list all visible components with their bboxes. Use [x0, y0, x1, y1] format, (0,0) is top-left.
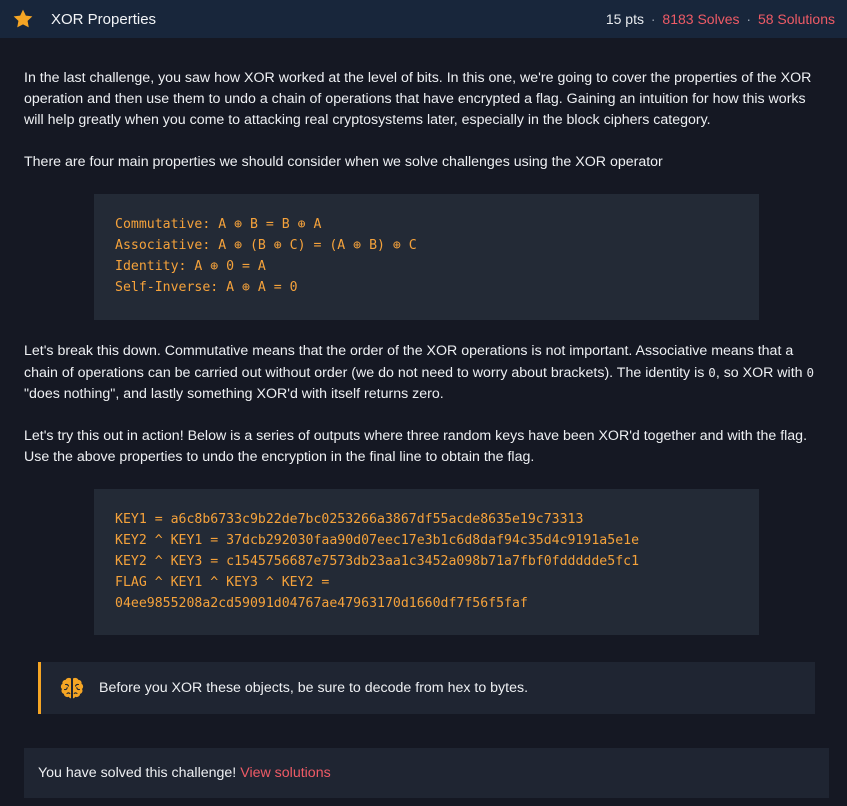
code-line: Commutative: A ⊕ B = B ⊕ A	[115, 217, 322, 232]
solutions-link[interactable]: 58 Solutions	[758, 11, 835, 27]
brain-icon	[59, 676, 85, 700]
solves-link[interactable]: 8183 Solves	[662, 11, 739, 27]
stats-separator: ·	[746, 11, 752, 27]
breakdown-paragraph: Let's break this down. Commutative means…	[24, 341, 823, 405]
code-line: FLAG ^ KEY1 ^ KEY3 ^ KEY2 =	[115, 575, 330, 590]
hint-callout: Before you XOR these objects, be sure to…	[38, 662, 815, 714]
challenge-stats: 15 pts · 8183 Solves · 58 Solutions	[606, 11, 835, 27]
stats-separator: ·	[650, 11, 656, 27]
code-line: Associative: A ⊕ (B ⊕ C) = (A ⊕ B) ⊕ C	[115, 238, 417, 253]
view-solutions-link[interactable]: View solutions	[240, 765, 330, 781]
inline-code: 0	[708, 365, 716, 380]
code-line: KEY2 ^ KEY3 = c1545756687e7573db23aa1c34…	[115, 554, 640, 569]
inline-code: 0	[806, 365, 815, 380]
intro-paragraph: In the last challenge, you saw how XOR w…	[24, 70, 812, 128]
properties-intro: There are four main properties we should…	[24, 154, 663, 170]
code-line: 04ee9855208a2cd59091d04767ae47963170d166…	[115, 596, 528, 611]
action-paragraph: Let's try this out in action! Below is a…	[24, 428, 808, 465]
points-value: 15 pts	[605, 11, 644, 27]
breakdown-text: "does nothing", and lastly something XOR…	[24, 386, 444, 402]
solved-banner: You have solved this challenge! View sol…	[24, 748, 829, 798]
hint-text: Before you XOR these objects, be sure to…	[99, 680, 529, 696]
star-icon[interactable]	[12, 8, 34, 30]
breakdown-text: , so XOR with	[715, 365, 807, 381]
challenge-header[interactable]: XOR Properties 15 pts · 8183 Solves · 58…	[0, 0, 847, 38]
code-line: KEY2 ^ KEY1 = 37dcb292030faa90d07eec17e3…	[115, 533, 640, 548]
code-line: Self-Inverse: A ⊕ A = 0	[115, 280, 298, 295]
keys-code-block[interactable]: KEY1 = a6c8b6733c9b22de7bc0253266a3867df…	[94, 489, 759, 635]
breakdown-text: Let's break this down. Commutative means…	[24, 343, 794, 381]
solved-text: You have solved this challenge!	[38, 765, 237, 781]
challenge-title: XOR Properties	[51, 10, 157, 28]
challenge-description: In the last challenge, you saw how XOR w…	[0, 38, 847, 798]
code-line: KEY1 = a6c8b6733c9b22de7bc0253266a3867df…	[115, 512, 584, 527]
properties-code-block: Commutative: A ⊕ B = B ⊕ A Associative: …	[94, 194, 759, 320]
code-line: Identity: A ⊕ 0 = A	[115, 259, 266, 274]
